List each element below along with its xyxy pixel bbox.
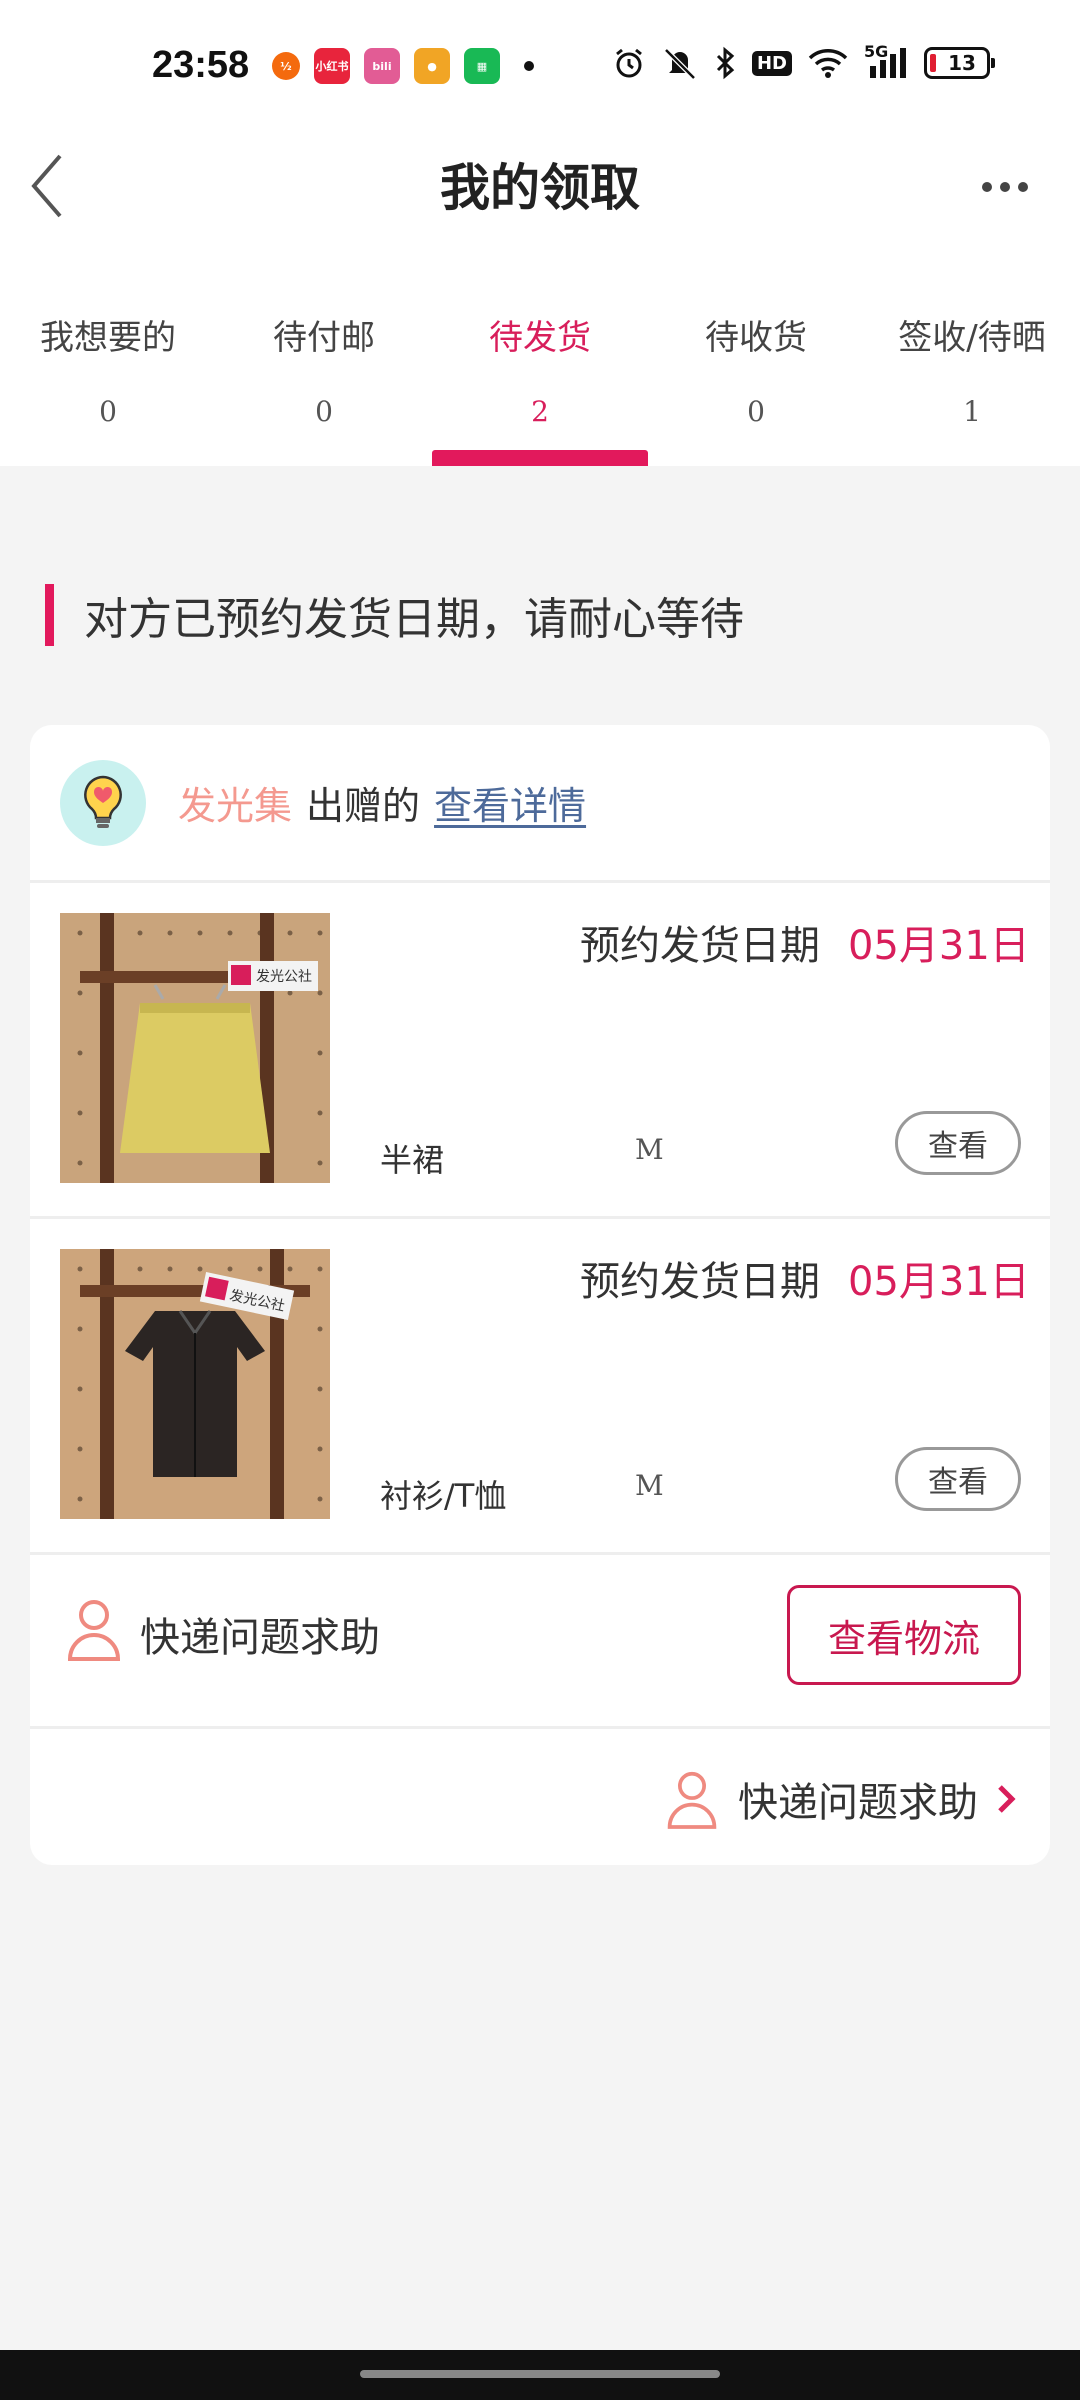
wifi-icon <box>808 46 848 80</box>
card-header: 发光集 出赠的 查看详情 <box>30 725 1050 883</box>
status-bar: 23:58 ½ 小红书 bili ● ▦ HD 5G 13 <box>0 0 1080 136</box>
page-title: 我的领取 <box>440 159 640 217</box>
order-card: 发光集 出赠的 查看详情 发光公社 预约发货日期 05月31日 半裙 M 查看 … <box>30 725 1050 1865</box>
tab-label: 待发货 <box>489 318 591 358</box>
status-app-icons: ½ 小红书 bili ● ▦ <box>272 48 534 84</box>
item-size: M <box>635 1133 664 1166</box>
weibo-icon: ● <box>414 48 450 84</box>
giver-name[interactable]: 发光集 <box>178 775 292 830</box>
tab-count: 2 <box>531 395 549 428</box>
product-image-skirt[interactable]: 发光公社 <box>60 913 330 1183</box>
more-dot-icon <box>982 182 992 192</box>
tab-count: 0 <box>315 395 333 428</box>
giver-suffix: 出赠的 <box>306 784 421 828</box>
ship-date-label: 预约发货日期 <box>580 923 820 969</box>
item-name: 半裙 <box>380 1141 445 1179</box>
hd-icon: HD <box>751 46 792 80</box>
footer-help-text: 快递问题求助 <box>738 1780 978 1826</box>
tab-count: 0 <box>99 395 117 428</box>
person-icon <box>67 1600 121 1661</box>
footer-help-row[interactable]: 快递问题求助 <box>30 1729 1050 1865</box>
mute-icon <box>662 46 698 80</box>
order-item: 发光公社 预约发货日期 05月31日 衬衫/T恤 M 查看 <box>30 1219 1050 1555</box>
app-notification-icon: ½ <box>272 52 300 80</box>
more-dot-icon <box>1000 182 1010 192</box>
tab-label: 签收/待晒 <box>898 318 1046 358</box>
status-tabs: 我想要的 0 待付邮 0 待发货 2 待收货 0 签收/待晒 1 <box>0 266 1080 466</box>
bluetooth-icon <box>714 46 736 80</box>
giver-avatar[interactable] <box>60 759 146 846</box>
view-item-button[interactable]: 查看 <box>895 1111 1021 1175</box>
page: 23:58 ½ 小红书 bili ● ▦ HD 5G 13 我的领取 我想要的 … <box>0 0 1080 2400</box>
signal-5g-icon: 5G <box>864 42 908 80</box>
battery-icon: 13 <box>924 47 995 79</box>
tab-label: 待收货 <box>705 318 807 358</box>
tab-count: 0 <box>747 395 765 428</box>
tab-pending-shipment[interactable]: 待发货 2 <box>432 266 648 466</box>
tab-label: 我想要的 <box>40 318 176 358</box>
system-nav-bar <box>0 2350 1080 2400</box>
tab-count: 1 <box>963 395 981 428</box>
tab-received[interactable]: 签收/待晒 1 <box>864 266 1080 466</box>
lightbulb-heart-icon <box>84 775 122 828</box>
svg-text:发光公社: 发光公社 <box>256 969 312 985</box>
more-options-button[interactable] <box>970 172 1040 202</box>
active-tab-indicator <box>432 450 648 466</box>
ship-date-value: 05月31日 <box>848 1259 1030 1305</box>
xiaohongshu-icon: 小红书 <box>314 48 350 84</box>
view-item-button[interactable]: 查看 <box>895 1447 1021 1511</box>
ship-date-value: 05月31日 <box>848 923 1030 969</box>
ship-date-label: 预约发货日期 <box>580 1259 820 1305</box>
status-indicators: HD 5G 13 <box>612 42 995 80</box>
tab-pending-postage[interactable]: 待付邮 0 <box>216 266 432 466</box>
item-name: 衬衫/T恤 <box>380 1477 507 1515</box>
item-size: M <box>635 1469 664 1502</box>
app-header: 我的领取 <box>0 136 1080 266</box>
view-details-link[interactable]: 查看详情 <box>434 775 586 830</box>
mini-program-icon: ▦ <box>464 48 500 84</box>
bilibili-icon: bili <box>364 48 400 84</box>
tab-label: 待付邮 <box>273 318 375 358</box>
delivery-help-text[interactable]: 快递问题求助 <box>140 1605 380 1663</box>
shirt-photo: 发光公社 <box>60 1249 330 1519</box>
notice-accent-bar <box>45 584 54 646</box>
more-dot-icon <box>1018 182 1028 192</box>
notice-text: 对方已预约发货日期，请耐心等待 <box>84 594 744 645</box>
person-icon <box>667 1771 717 1829</box>
footer-help-link[interactable]: 快递问题求助 <box>664 1769 1020 1829</box>
shipping-notice: 对方已预约发货日期，请耐心等待 <box>0 580 1080 650</box>
skirt-photo: 发光公社 <box>60 913 330 1183</box>
alarm-icon <box>612 46 646 80</box>
home-indicator[interactable] <box>360 2370 720 2378</box>
tab-pending-receipt[interactable]: 待收货 0 <box>648 266 864 466</box>
status-time: 23:58 <box>152 44 250 86</box>
product-image-shirt[interactable]: 发光公社 <box>60 1249 330 1519</box>
tab-wanted[interactable]: 我想要的 0 <box>0 266 216 466</box>
more-notifications-dot <box>524 61 534 71</box>
delivery-help-row: 快递问题求助 查看物流 <box>30 1555 1050 1729</box>
chevron-right-icon <box>998 1785 1016 1813</box>
view-logistics-button[interactable]: 查看物流 <box>787 1585 1021 1685</box>
order-item: 发光公社 预约发货日期 05月31日 半裙 M 查看 <box>30 883 1050 1219</box>
